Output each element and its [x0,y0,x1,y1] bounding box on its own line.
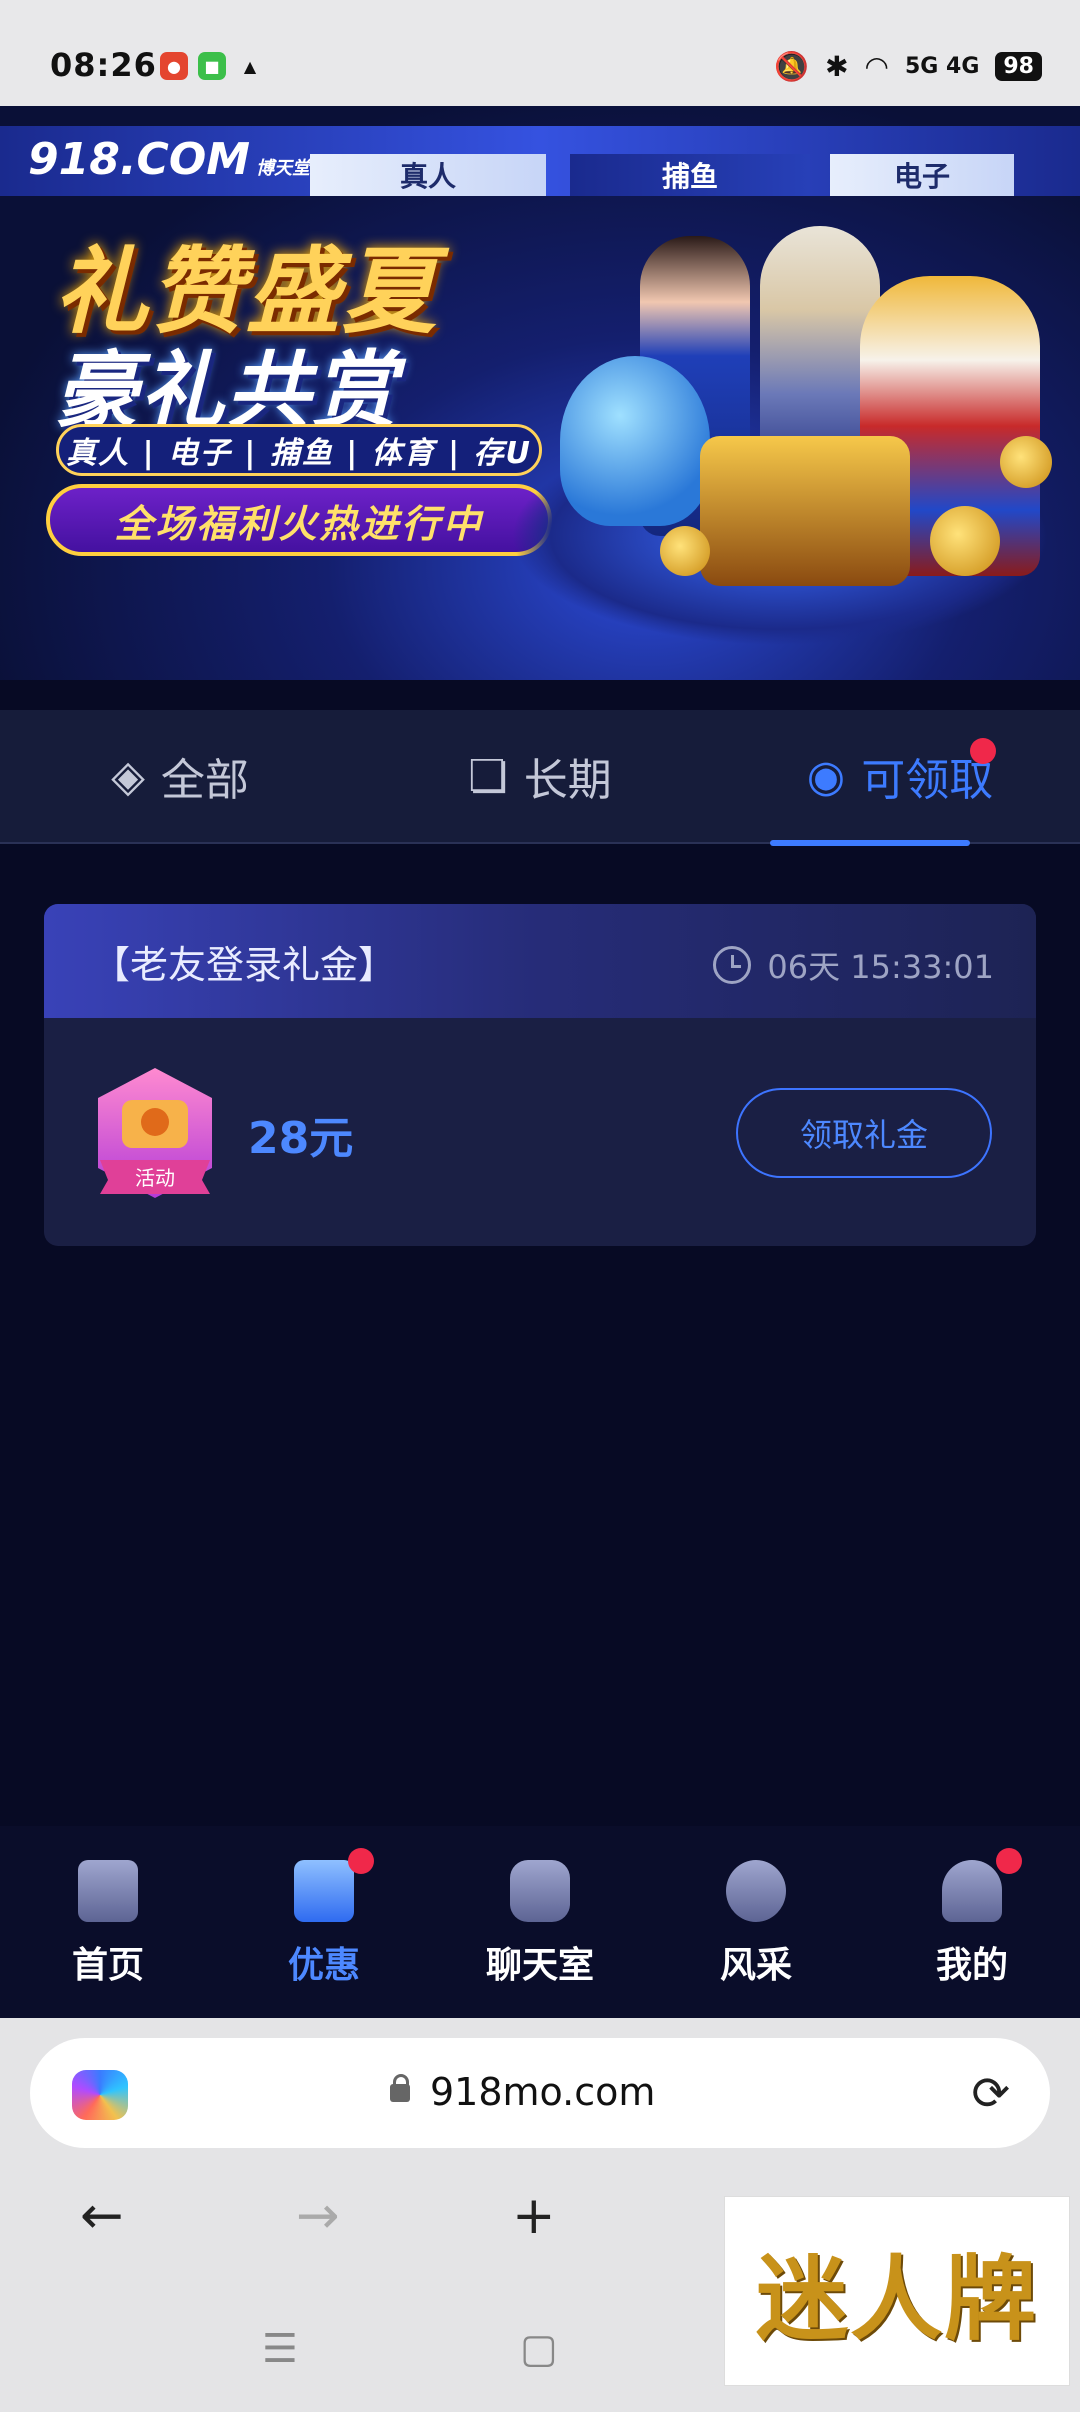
bonus-countdown: 06天 15:33:01 [713,942,994,988]
layers-icon: ◈ [111,750,145,802]
countdown-text: 06天 15:33:01 [767,948,994,986]
notification-icons: ● ■ ▲ [160,52,264,80]
nav-showcase-label: 风采 [719,1945,792,1986]
claim-bonus-button[interactable]: 领取礼金 [736,1088,992,1178]
tab-all[interactable]: ◈ 全部 [0,710,360,842]
reload-icon[interactable]: ⟳ [971,2066,1010,2120]
mute-icon: 🔕 [774,50,810,83]
banner-category-line: 真人 | 电子 | 捕鱼 | 体育 | 存U [56,424,542,476]
status-time: 08:26 [50,46,157,84]
tab-notification-dot [970,738,996,764]
watermark-text: 迷人牌 [755,2244,1038,2353]
address-bar[interactable]: 918mo.com ⟳ [30,2038,1050,2148]
activity-badge-icon: 活动 [98,1068,212,1198]
home-button-icon[interactable]: ▢ [520,2326,558,2372]
banner-category-dianzi: 电子 [830,154,1014,196]
treasure-chest [700,436,910,586]
gold-coin [660,526,710,576]
promo-banner[interactable]: 918.COM 博天堂 真人 捕鱼 电子 礼赞盛夏 豪礼共赏 真人 | 电子 | … [0,106,1080,680]
character-shark [560,356,710,526]
copilot-icon[interactable] [72,2070,128,2120]
coin-icon: ◉ [806,750,846,802]
nav-promotions-label: 优惠 [287,1945,360,1986]
brand-logo: 918.COM 博天堂 [28,134,311,185]
status-bar: 08:26 ● ■ ▲ 🔕 ✱ ◠ 5G 4G 98 [0,0,1080,106]
gift-icon [294,1860,354,1922]
gold-coin [1000,436,1052,488]
user-icon [942,1860,1002,1922]
back-icon[interactable]: ← [80,2186,124,2246]
nav-profile[interactable]: 我的 [864,1826,1080,2018]
active-tab-indicator [770,840,970,846]
nav-profile-label: 我的 [935,1945,1008,1986]
gold-coin [930,506,1000,576]
network-label: 5G 4G [904,54,980,79]
recent-apps-icon[interactable]: ☰ [262,2326,298,2372]
warning-icon: ▲ [243,56,257,76]
nav-home[interactable]: 首页 [0,1826,216,2018]
clock-icon [713,946,752,984]
bonus-amount: 28元 [248,1113,354,1164]
url-text[interactable]: 918mo.com [430,2070,655,2114]
watermark-logo: 迷人牌 [724,2196,1070,2386]
nav-promotions[interactable]: 优惠 [216,1826,432,2018]
nav-showcase[interactable]: 风采 [648,1826,864,2018]
tab-long-term[interactable]: ❏ 长期 [360,710,720,842]
bonus-card-header: 【老友登录礼金】 06天 15:33:01 [44,904,1036,1018]
bonus-title: 【老友登录礼金】 [92,943,397,987]
tab-claimable[interactable]: ◉ 可领取 [720,710,1080,842]
tab-all-label: 全部 [160,755,249,806]
tab-long-term-label: 长期 [523,755,612,806]
app-notification-icon: ● [160,52,188,80]
bonus-card: 【老友登录礼金】 06天 15:33:01 活动 28元 领取礼金 [44,904,1036,1246]
badge-icon [726,1860,786,1922]
status-right: 🔕 ✱ ◠ 5G 4G 98 [774,50,1042,83]
bluetooth-icon: ✱ [825,50,849,83]
banner-category-zhenren: 真人 [310,154,546,196]
promo-tabs: ◈ 全部 ❏ 长期 ◉ 可领取 [0,710,1080,844]
message-notification-icon: ■ [198,52,226,80]
banner-promo-pill: 全场福利火热进行中 [46,484,552,556]
home-icon [78,1860,138,1922]
cards-icon: ❏ [468,750,508,802]
badge-label: 活动 [135,1166,175,1190]
nav-home-label: 首页 [71,1945,144,1986]
chat-icon [510,1860,570,1922]
lock-icon [390,2074,410,2102]
nav-chatroom-label: 聊天室 [485,1945,594,1986]
new-tab-icon[interactable]: + [512,2186,556,2246]
nav-promotions-dot [348,1848,374,1874]
wifi-icon: ◠ [864,50,889,83]
banner-category-buyu: 捕鱼 [570,154,810,196]
bottom-navigation: 首页 优惠 聊天室 风采 我的 [0,1826,1080,2018]
forward-icon[interactable]: → [296,2186,340,2246]
nav-chatroom[interactable]: 聊天室 [432,1826,648,2018]
nav-profile-dot [996,1848,1022,1874]
battery-level: 98 [995,52,1042,81]
